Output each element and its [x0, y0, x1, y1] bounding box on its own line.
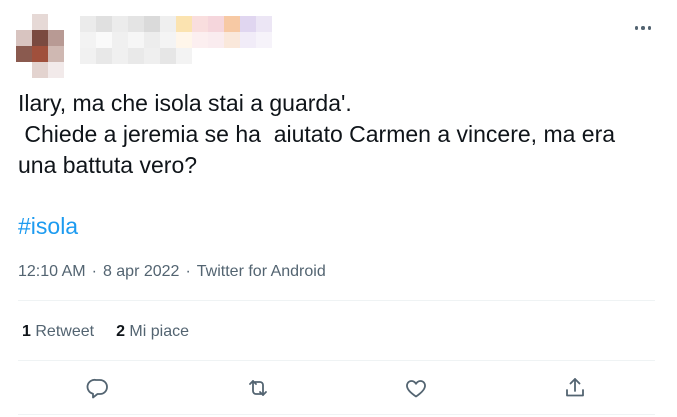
tweet-header [16, 14, 661, 80]
tweet-date[interactable]: 8 apr 2022 [103, 262, 180, 282]
more-options-icon[interactable] [629, 16, 657, 40]
retweets-count: 1 [22, 323, 31, 340]
meta-separator: · [91, 263, 97, 280]
likes-count: 2 [116, 323, 125, 340]
tweet-stats: 1 Retweet 2 Mi piace [22, 322, 189, 342]
reply-icon[interactable] [78, 368, 118, 408]
heart-icon[interactable] [396, 368, 436, 408]
likes-stat[interactable]: 2 Mi piace [116, 322, 189, 342]
tweet-actions [18, 368, 655, 408]
divider [18, 300, 655, 301]
retweets-label: Retweet [35, 323, 95, 340]
tweet-source[interactable]: Twitter for Android [197, 262, 326, 282]
author-name-pixelated[interactable] [80, 16, 290, 64]
retweet-icon[interactable] [238, 368, 278, 408]
tweet-time[interactable]: 12:10 AM [18, 262, 86, 282]
share-icon[interactable] [555, 368, 595, 408]
avatar[interactable] [16, 14, 64, 78]
meta-separator: · [185, 263, 191, 280]
tweet-text: Ilary, ma che isola stai a guarda'. Chie… [18, 90, 616, 178]
likes-label: Mi piace [129, 323, 189, 340]
hashtag-link[interactable]: #isola [18, 211, 78, 242]
retweets-stat[interactable]: 1 Retweet [22, 322, 94, 342]
divider [18, 414, 655, 415]
tweet-metadata: 12:10 AM · 8 apr 2022 · Twitter for Andr… [18, 262, 326, 282]
divider [18, 360, 655, 361]
